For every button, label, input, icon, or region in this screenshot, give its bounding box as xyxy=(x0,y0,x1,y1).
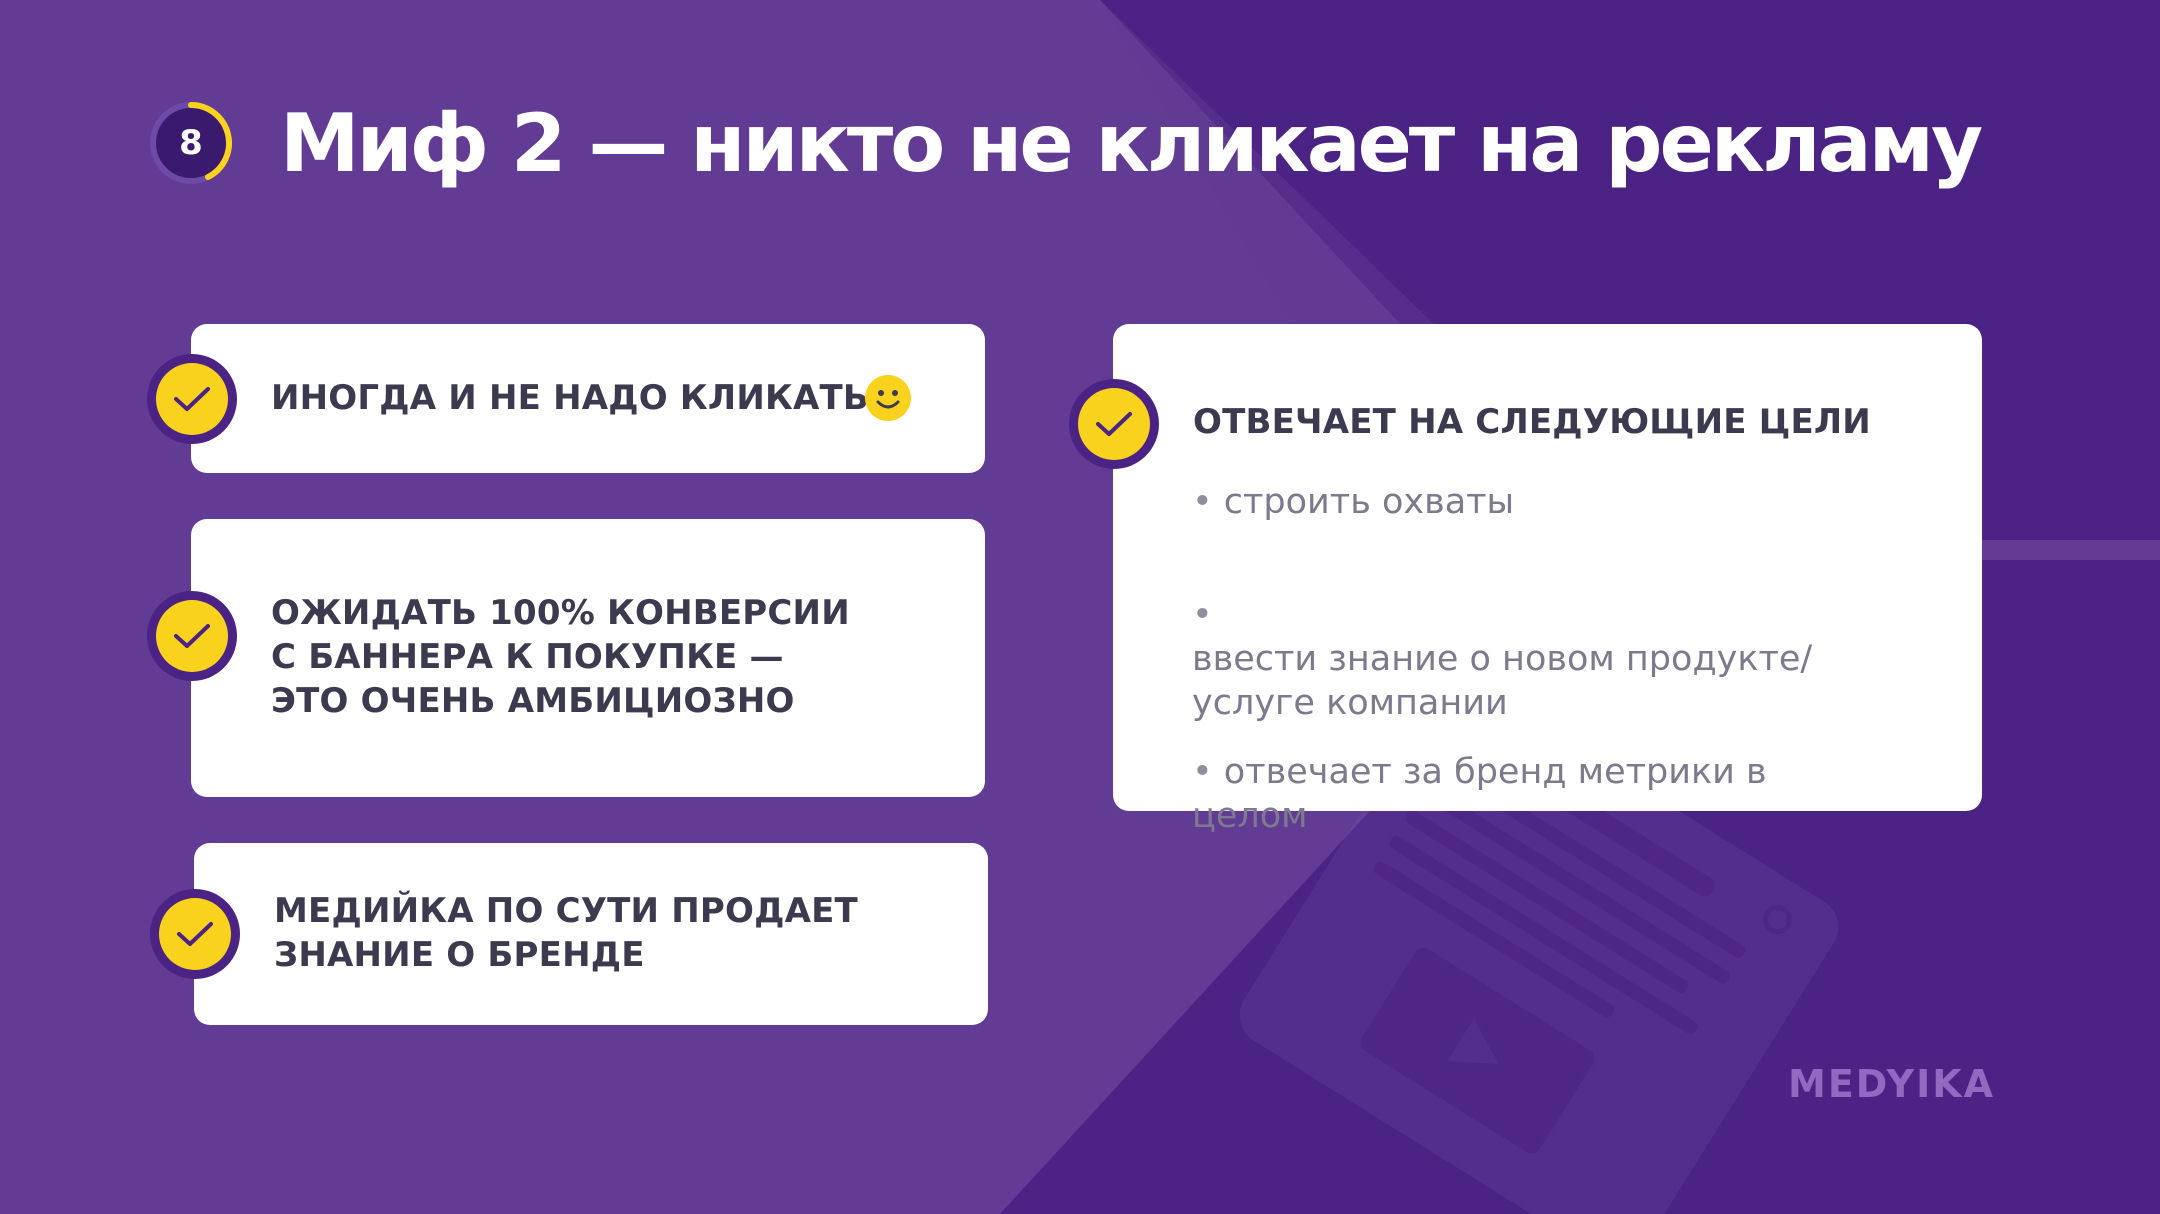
card-text: ОЖИДАТЬ 100% КОНВЕРСИИ С БАННЕРА К ПОКУП… xyxy=(271,593,850,721)
page-number-badge: 8 xyxy=(148,100,234,186)
page-number: 8 xyxy=(179,123,203,163)
check-badge xyxy=(147,354,237,444)
goals-list-item: • ввести знание о новом продукте/ услуге… xyxy=(1192,595,1813,723)
goals-list: • строить охваты • ввести знание о новом… xyxy=(1192,480,1892,863)
page-title: Миф 2 — никто не кликает на рекламу xyxy=(280,97,1983,190)
check-icon xyxy=(1096,412,1132,436)
check-badge xyxy=(1069,379,1159,469)
card-text: МЕДИЙКА ПО СУТИ ПРОДАЕТ ЗНАНИЕ О БРЕНДЕ xyxy=(274,891,858,975)
check-icon xyxy=(174,387,210,411)
bullet-dot-icon: • xyxy=(1192,595,1213,635)
bullet-dot-icon: • xyxy=(1192,752,1213,792)
check-badge xyxy=(150,889,240,979)
smiley-icon xyxy=(864,374,912,427)
goals-list-item: • отвечает за бренд метрики в целом xyxy=(1192,752,1767,836)
myth-card-no-need-to-click: ИНОГДА И НЕ НАДО КЛИКАТЬ xyxy=(191,324,985,473)
card-text: ИНОГДА И НЕ НАДО КЛИКАТЬ xyxy=(271,378,870,418)
myth-card-brand-awareness: МЕДИЙКА ПО СУТИ ПРОДАЕТ ЗНАНИЕ О БРЕНДЕ xyxy=(194,843,988,1025)
check-icon xyxy=(177,922,213,946)
goals-heading: ОТВЕЧАЕТ НА СЛЕДУЮЩИЕ ЦЕЛИ xyxy=(1193,402,1871,442)
bullet-dot-icon: • xyxy=(1192,482,1213,522)
myth-card-conversion-expectation: ОЖИДАТЬ 100% КОНВЕРСИИ С БАННЕРА К ПОКУП… xyxy=(191,519,985,797)
goals-list-item: • строить охваты xyxy=(1192,482,1515,522)
check-icon xyxy=(174,624,210,648)
brand-logo: MEDYIKA xyxy=(1788,1062,1996,1106)
check-badge xyxy=(147,591,237,681)
